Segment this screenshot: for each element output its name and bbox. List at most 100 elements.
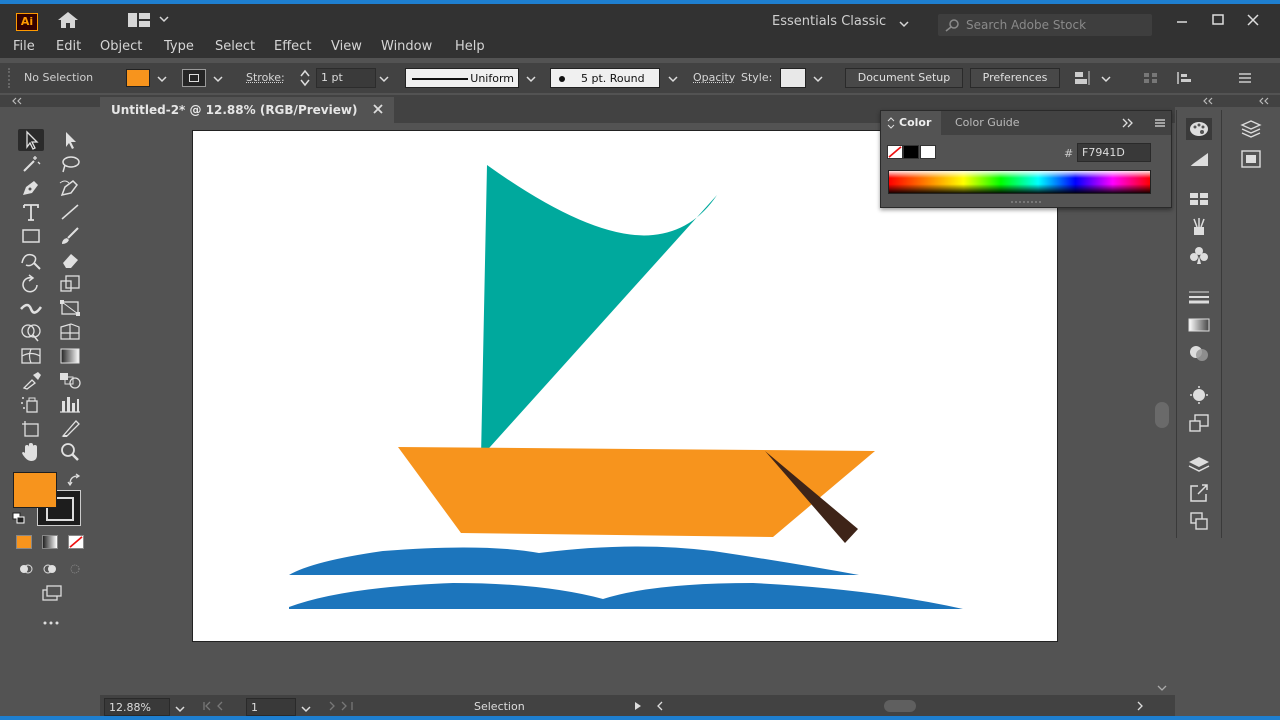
rectangle-tool-icon[interactable] — [18, 225, 44, 247]
paintbrush-tool-icon[interactable] — [57, 225, 83, 247]
chevron-down-icon[interactable] — [156, 73, 168, 83]
minimize-icon[interactable] — [1172, 12, 1192, 28]
chevron-down-icon[interactable] — [174, 703, 186, 713]
edit-toolbar-icon[interactable] — [38, 612, 64, 634]
black-color-swatch[interactable] — [903, 145, 919, 159]
scale-tool-icon[interactable] — [57, 273, 83, 295]
horizontal-scroll-thumb[interactable] — [884, 700, 916, 712]
stroke-label[interactable]: Stroke: — [246, 71, 285, 84]
color-palette-icon[interactable] — [1186, 118, 1212, 140]
mesh-tool-icon[interactable] — [18, 345, 44, 367]
color-guide-icon[interactable] — [1186, 148, 1212, 170]
libraries-icon[interactable] — [1238, 118, 1264, 140]
hex-color-input[interactable]: F7941D — [1077, 143, 1151, 162]
draw-behind-icon[interactable] — [38, 558, 64, 580]
fill-color-swatch[interactable] — [13, 472, 57, 508]
tab-color-guide[interactable]: Color Guide — [955, 116, 1020, 129]
first-prev-artboard-icon[interactable] — [202, 700, 238, 712]
control-menu-icon[interactable] — [1236, 70, 1254, 86]
pen-tool-icon[interactable] — [18, 177, 44, 199]
layers-icon[interactable] — [1186, 454, 1212, 476]
appearance-icon[interactable] — [1186, 384, 1212, 406]
vertical-scrollbar[interactable] — [1152, 210, 1172, 695]
type-tool-icon[interactable] — [18, 201, 44, 223]
wave-top-shape[interactable] — [289, 546, 859, 575]
stock-search-input[interactable] — [966, 16, 1146, 34]
tab-color[interactable]: Color — [881, 111, 941, 135]
chevron-down-icon[interactable] — [898, 18, 910, 28]
wave-bottom-shape[interactable] — [289, 583, 963, 609]
menu-object[interactable]: Object — [100, 39, 142, 54]
restore-icon[interactable] — [1208, 12, 1228, 28]
fill-swatch[interactable] — [126, 69, 150, 87]
distribute-icon[interactable] — [1176, 70, 1194, 86]
panel-grip[interactable] — [8, 68, 12, 88]
export-icon[interactable] — [1186, 482, 1212, 504]
color-mode-icon[interactable] — [16, 535, 32, 549]
none-color-icon[interactable] — [887, 145, 903, 159]
chevron-down-icon[interactable] — [158, 12, 170, 26]
draw-inside-icon[interactable] — [62, 558, 88, 580]
expand-panel-icon[interactable] — [1121, 117, 1135, 129]
chevron-down-icon[interactable] — [212, 73, 224, 83]
draw-normal-icon[interactable] — [14, 558, 40, 580]
panel-resize-grip[interactable] — [1011, 201, 1041, 205]
close-icon[interactable] — [1243, 12, 1263, 28]
white-color-swatch[interactable] — [920, 145, 936, 159]
transform-icon[interactable] — [1142, 70, 1160, 86]
sail-shape[interactable] — [481, 165, 717, 457]
graphic-style-swatch[interactable] — [780, 68, 806, 88]
document-setup-button[interactable]: Document Setup — [845, 68, 963, 88]
gradient-panel-icon[interactable] — [1186, 314, 1212, 336]
panel-menu-icon[interactable] — [1153, 117, 1167, 129]
scroll-right-icon[interactable] — [1134, 700, 1146, 711]
menu-help[interactable]: Help — [455, 39, 485, 54]
swatches-icon[interactable] — [1186, 188, 1212, 210]
column-graph-tool-icon[interactable] — [57, 393, 83, 415]
eraser-tool-icon[interactable] — [57, 249, 83, 271]
perspective-grid-tool-icon[interactable] — [57, 321, 83, 343]
arrange-documents-icon[interactable] — [128, 13, 150, 27]
close-icon[interactable] — [372, 103, 384, 115]
align-icon[interactable] — [1073, 70, 1091, 86]
artboards-icon[interactable] — [1186, 510, 1212, 532]
stroke-weight-input[interactable]: 1 pt — [316, 68, 376, 88]
chevron-down-icon[interactable] — [812, 73, 824, 83]
next-last-artboard-icon[interactable] — [326, 700, 362, 712]
status-tool-label[interactable]: Selection — [474, 700, 525, 713]
stock-search[interactable] — [938, 14, 1152, 36]
graphic-styles-icon[interactable] — [1186, 412, 1212, 434]
gradient-tool-icon[interactable] — [57, 345, 83, 367]
curvature-tool-icon[interactable] — [57, 177, 83, 199]
stroke-stepper-icon[interactable] — [298, 68, 312, 88]
artboard-number-input[interactable]: 1 — [246, 698, 296, 716]
menu-edit[interactable]: Edit — [56, 39, 81, 54]
magic-wand-tool-icon[interactable] — [18, 153, 44, 175]
chevron-down-icon[interactable] — [378, 73, 390, 83]
menu-view[interactable]: View — [331, 39, 362, 54]
chevron-down-icon[interactable] — [300, 703, 312, 713]
symbol-sprayer-tool-icon[interactable] — [18, 393, 44, 415]
artboard-tool-icon[interactable] — [18, 417, 44, 439]
blend-tool-icon[interactable] — [57, 369, 83, 391]
zoom-tool-icon[interactable] — [57, 441, 83, 463]
rotate-tool-icon[interactable] — [18, 273, 44, 295]
stroke-swatch[interactable] — [182, 69, 206, 87]
shaper-tool-icon[interactable] — [18, 249, 44, 271]
scroll-down-icon[interactable] — [1156, 682, 1168, 692]
chevron-down-icon[interactable] — [1100, 73, 1112, 83]
symbols-icon[interactable] — [1186, 244, 1212, 266]
menu-window[interactable]: Window — [381, 39, 432, 54]
properties-icon[interactable] — [1238, 148, 1264, 170]
line-segment-tool-icon[interactable] — [57, 201, 83, 223]
home-icon[interactable] — [56, 10, 80, 30]
brush-definition[interactable]: 5 pt. Round — [550, 68, 660, 88]
none-mode-icon[interactable] — [68, 535, 84, 549]
swap-fill-stroke-icon[interactable] — [66, 472, 84, 488]
gradient-mode-icon[interactable] — [42, 535, 58, 549]
brushes-icon[interactable] — [1186, 216, 1212, 238]
zoom-level-input[interactable]: 12.88% — [104, 698, 170, 716]
menu-type[interactable]: Type — [164, 39, 194, 54]
menu-select[interactable]: Select — [215, 39, 255, 54]
stroke-panel-icon[interactable] — [1186, 286, 1212, 308]
